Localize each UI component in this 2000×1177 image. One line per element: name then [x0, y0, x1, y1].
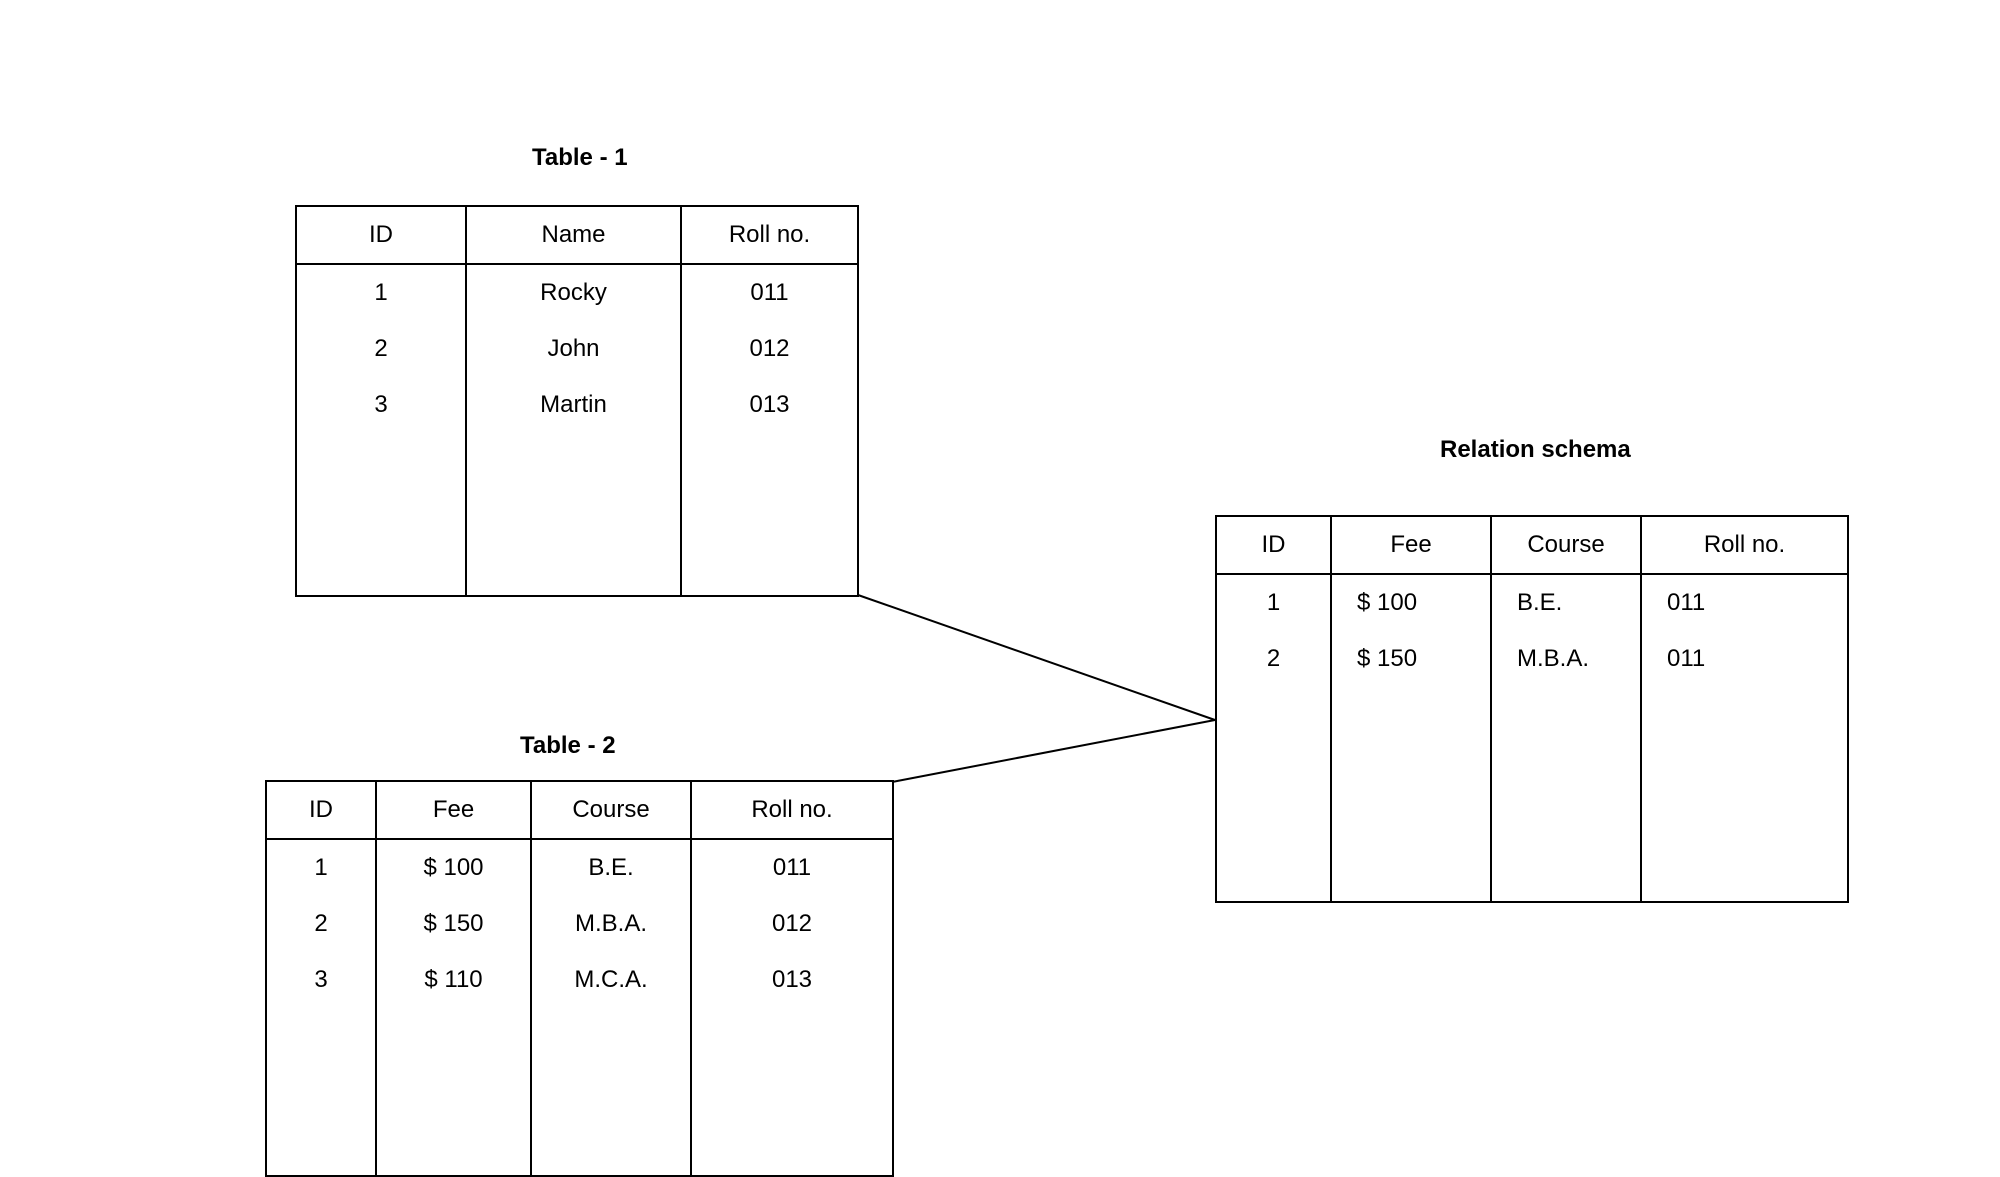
- connector-table1-to-schema: [858, 595, 1215, 720]
- connector-lines: [0, 0, 2000, 1167]
- connector-table2-to-schema: [892, 720, 1215, 782]
